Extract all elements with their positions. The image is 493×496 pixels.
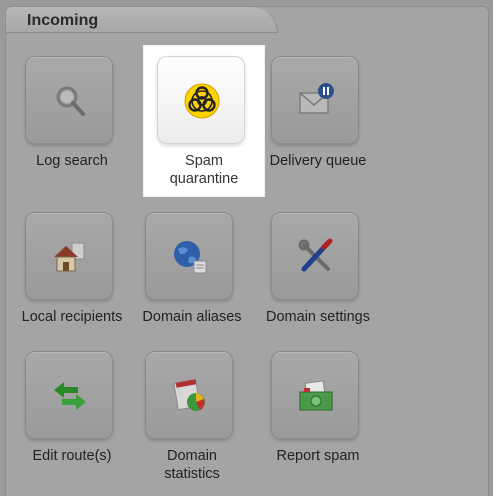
tile-edit-routes: Edit route(s) xyxy=(12,341,132,491)
tile-label: Report spam xyxy=(276,448,360,464)
section-tab: Incoming xyxy=(6,7,278,33)
delivery-queue-button[interactable] xyxy=(271,56,359,144)
tile-log-search: Log search xyxy=(12,46,132,196)
tile-delivery-queue: Delivery queue xyxy=(258,46,378,196)
domain-settings-button[interactable] xyxy=(271,212,359,300)
section-title: Incoming xyxy=(27,12,99,29)
tile-label: Domain settings xyxy=(266,309,370,325)
tile-label: Delivery queue xyxy=(269,153,367,169)
mail-pause-icon xyxy=(299,83,334,114)
cash-report-icon xyxy=(299,380,333,411)
log-search-button[interactable] xyxy=(25,56,113,144)
tile-domain-settings: Domain settings xyxy=(258,202,378,342)
arrows-icon xyxy=(54,382,86,410)
statistics-icon xyxy=(173,379,205,411)
home-icon xyxy=(54,242,85,272)
domain-aliases-button[interactable] xyxy=(145,212,233,300)
tile-label: Log search xyxy=(36,153,108,169)
globe-icon xyxy=(174,241,207,274)
local-recipients-button[interactable] xyxy=(25,212,113,300)
tile-label: Domain statistics xyxy=(164,448,220,482)
tile-spam-quarantine: Spam quarantine xyxy=(144,46,264,196)
tools-icon xyxy=(298,238,333,272)
tile-report-spam: Report spam xyxy=(258,341,378,491)
tile-domain-statistics: Domain statistics xyxy=(132,341,252,491)
spam-quarantine-button[interactable] xyxy=(157,56,245,144)
magnifier-icon xyxy=(56,86,85,116)
incoming-panel: Incoming Log search Spam quarantine Deli… xyxy=(5,6,489,496)
edit-routes-button[interactable] xyxy=(25,351,113,439)
report-spam-button[interactable] xyxy=(271,351,359,439)
biohazard-icon xyxy=(184,83,220,119)
domain-statistics-button[interactable] xyxy=(145,351,233,439)
